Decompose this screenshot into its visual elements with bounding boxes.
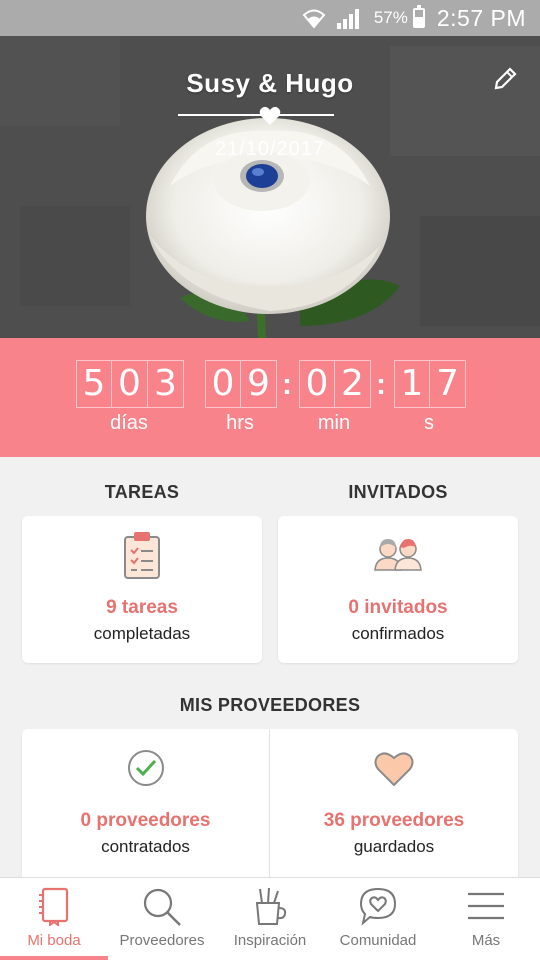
tareas-count: 9 tareas — [106, 597, 178, 618]
nav-mas[interactable]: Más — [432, 878, 540, 960]
cover-photo[interactable]: Susy & Hugo 21/10/2017 — [0, 36, 540, 338]
colon-separator: : — [282, 368, 292, 401]
nav-inspiracion[interactable]: Inspiración — [216, 878, 324, 960]
clock: 2:57 PM — [436, 4, 526, 31]
wifi-icon — [302, 7, 326, 29]
minutes-label: min — [317, 412, 351, 434]
battery-icon — [412, 5, 425, 28]
invitados-card[interactable]: 0 invitados confirmados — [278, 516, 518, 663]
contratados-count: 0 proveedores — [80, 810, 211, 831]
tareas-title: TAREAS — [104, 482, 180, 502]
nav-mi-boda[interactable]: Mi boda — [0, 878, 108, 960]
contratados-sub: contratados — [101, 837, 190, 856]
clipboard-checklist-icon — [124, 532, 160, 579]
invitados-sub: confirmados — [351, 624, 445, 643]
nav-label: Más — [471, 932, 501, 949]
proveedores-contratados[interactable]: 0 proveedores contratados — [22, 729, 269, 877]
invitados-title: INVITADOS — [348, 482, 448, 502]
hours-digit: 0 — [205, 360, 241, 408]
pencil-cup-icon — [255, 887, 287, 925]
minutes-digit: 2 — [335, 360, 371, 408]
check-circle-icon — [127, 750, 164, 786]
countdown: 5 0 3 0 9 : 0 2 : 1 7 días hrs min s — [0, 338, 540, 457]
days-label: días — [110, 412, 148, 434]
chat-heart-icon — [359, 887, 397, 926]
heart-icon — [374, 752, 414, 787]
guardados-sub: guardados — [353, 837, 435, 856]
nav-proveedores[interactable]: Proveedores — [108, 878, 216, 960]
couple-name: Susy & Hugo — [186, 68, 354, 98]
hours-digit: 9 — [241, 360, 277, 408]
days-digit: 5 — [76, 360, 112, 408]
heart-icon — [259, 106, 281, 125]
colon-separator: : — [376, 368, 386, 401]
nav-label: Proveedores — [119, 932, 205, 949]
tareas-sub: completadas — [93, 624, 191, 643]
minutes-digits: 0 2 — [299, 360, 371, 408]
seconds-digits: 1 7 — [394, 360, 466, 408]
status-bar: 57% 2:57 PM — [0, 0, 540, 36]
seconds-digit: 7 — [430, 360, 466, 408]
nav-label: Mi boda — [27, 932, 81, 949]
search-icon — [143, 888, 181, 926]
nav-label: Comunidad — [339, 932, 417, 949]
proveedores-card: 0 proveedores contratados 36 proveedores… — [22, 729, 518, 877]
guardados-count: 36 proveedores — [323, 810, 465, 831]
notebook-icon — [39, 887, 69, 926]
hours-label: hrs — [226, 412, 254, 434]
hours-digits: 0 9 — [205, 360, 277, 408]
tareas-card[interactable]: 9 tareas completadas — [22, 516, 262, 663]
invitados-count: 0 invitados — [348, 597, 448, 618]
edit-pencil-icon[interactable] — [492, 66, 518, 92]
nav-comunidad[interactable]: Comunidad — [324, 878, 432, 960]
minutes-digit: 0 — [299, 360, 335, 408]
signal-icon — [336, 7, 362, 29]
bottom-navigation: Mi boda Proveedores Inspiración Comunida… — [0, 877, 540, 960]
nav-label: Inspiración — [233, 932, 307, 949]
proveedores-title: MIS PROVEEDORES — [179, 695, 361, 715]
seconds-label: s — [424, 412, 434, 434]
guests-icon — [374, 539, 422, 571]
days-digits: 5 0 3 — [76, 360, 184, 408]
proveedores-guardados[interactable]: 36 proveedores guardados — [270, 729, 518, 877]
name-divider — [178, 114, 334, 116]
menu-icon — [468, 892, 504, 920]
battery-percent: 57% — [373, 8, 408, 27]
days-digit: 3 — [148, 360, 184, 408]
wedding-date: 21/10/2017 — [214, 138, 326, 160]
seconds-digit: 1 — [394, 360, 430, 408]
days-digit: 0 — [112, 360, 148, 408]
